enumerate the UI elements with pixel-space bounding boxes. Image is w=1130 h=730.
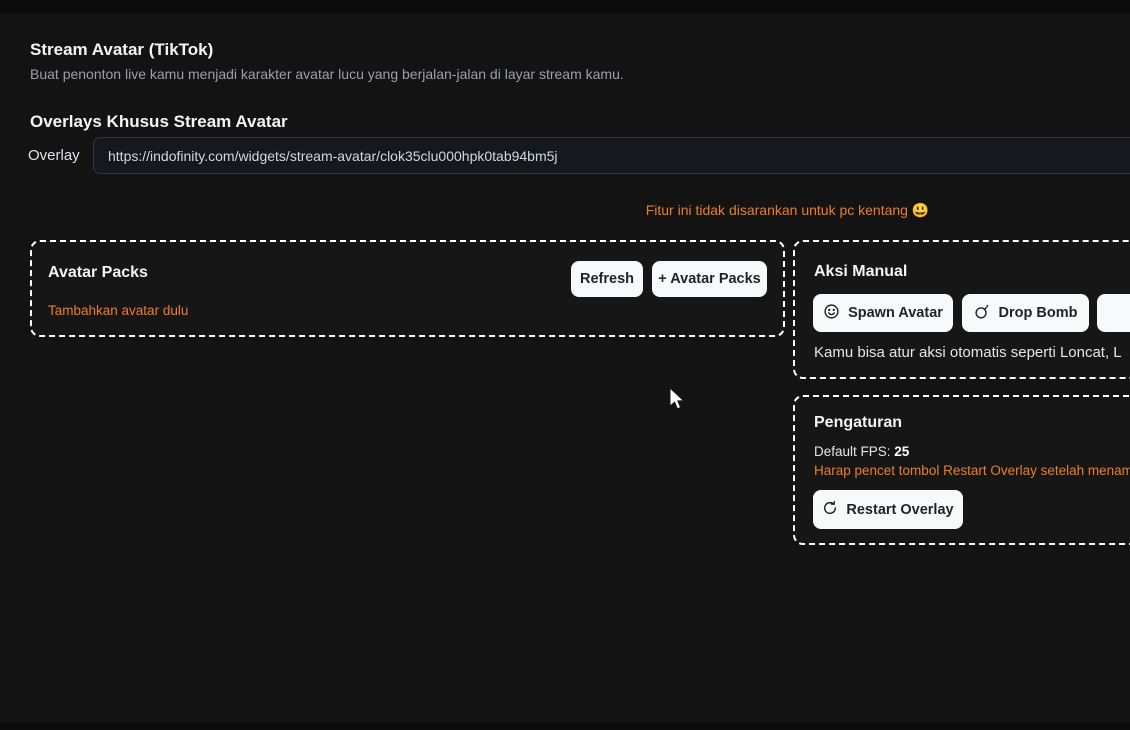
- mouse-cursor: [666, 387, 688, 413]
- manual-actions-title: Aksi Manual: [814, 263, 907, 281]
- avatar-packs-title: Avatar Packs: [48, 264, 148, 282]
- settings-panel: Pengaturan Default FPS: 25 Harap pencet …: [793, 395, 1130, 545]
- page-subtitle: Buat penonton live kamu menjadi karakter…: [30, 66, 624, 82]
- manual-actions-description: Kamu bisa atur aksi otomatis seperti Lon…: [814, 344, 1122, 361]
- drop-bomb-button[interactable]: Drop Bomb: [962, 294, 1089, 332]
- potato-pc-warning: Fitur ini tidak disarankan untuk pc kent…: [30, 202, 1130, 219]
- default-fps-label: Default FPS:: [814, 444, 891, 459]
- page-title: Stream Avatar (TikTok): [30, 40, 213, 60]
- settings-title: Pengaturan: [814, 414, 902, 432]
- overlay-url-input[interactable]: [93, 137, 1130, 174]
- add-avatar-packs-button[interactable]: + Avatar Packs: [652, 261, 767, 297]
- restart-overlay-button[interactable]: Restart Overlay: [813, 490, 963, 529]
- restart-overlay-label: Restart Overlay: [846, 502, 953, 518]
- overlays-section-heading: Overlays Khusus Stream Avatar: [30, 112, 288, 132]
- refresh-button[interactable]: Refresh: [571, 261, 643, 297]
- rocket-action-button[interactable]: [1097, 294, 1130, 332]
- add-avatar-packs-label: + Avatar Packs: [658, 271, 761, 287]
- restart-icon: [822, 500, 838, 520]
- smiley-icon: [823, 303, 840, 324]
- spawn-avatar-button[interactable]: Spawn Avatar: [813, 294, 953, 332]
- bottom-edge-strip: [0, 722, 1130, 730]
- spawn-avatar-label: Spawn Avatar: [848, 305, 943, 321]
- manual-actions-panel: Aksi Manual Spawn Avatar Drop: [793, 240, 1130, 379]
- drop-bomb-label: Drop Bomb: [999, 305, 1078, 321]
- bomb-icon: [974, 303, 991, 324]
- avatar-packs-empty-message: Tambahkan avatar dulu: [48, 303, 188, 318]
- default-fps-line: Default FPS: 25: [814, 444, 909, 459]
- overlay-url-label: Overlay: [28, 147, 80, 164]
- refresh-button-label: Refresh: [580, 271, 634, 287]
- default-fps-value: 25: [894, 444, 909, 459]
- top-edge-strip: [0, 0, 1130, 13]
- avatar-packs-panel: Avatar Packs Tambahkan avatar dulu Refre…: [30, 240, 785, 337]
- stream-avatar-page: Stream Avatar (TikTok) Buat penonton liv…: [0, 0, 1130, 730]
- restart-hint: Harap pencet tombol Restart Overlay sete…: [814, 463, 1130, 478]
